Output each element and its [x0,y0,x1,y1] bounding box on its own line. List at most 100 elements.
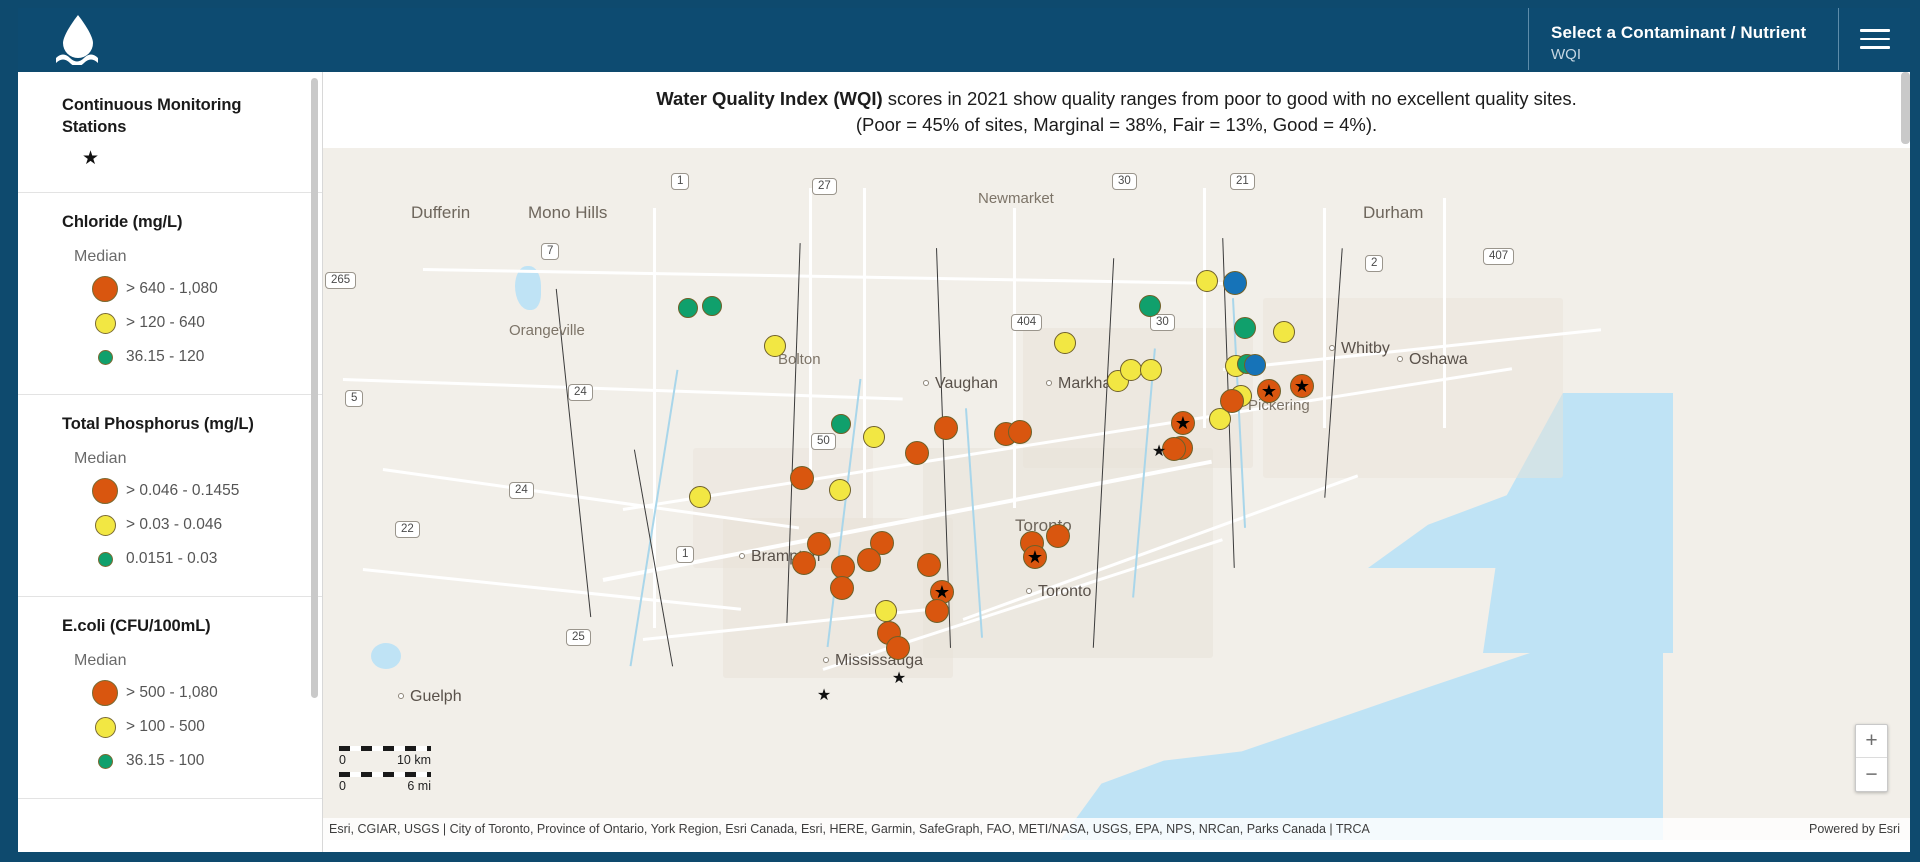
map-site-marker[interactable] [702,296,722,316]
map-site-marker[interactable]: ★ [1290,374,1314,398]
road-hwy35 [1443,198,1446,428]
map-site-marker[interactable]: ★ [1023,545,1047,569]
map-site-marker[interactable] [790,466,814,490]
map-site-marker[interactable] [1273,321,1295,343]
map-city-point-icon [923,380,929,386]
monitoring-station-marker[interactable]: ★ [817,688,831,704]
map-canvas[interactable]: 12730217240726540430245502422125 Dufferi… [323,148,1910,840]
legend-item-label: > 0.03 - 0.046 [126,516,222,534]
legend-scrollbar[interactable] [311,78,318,698]
monitoring-station-marker[interactable]: ★ [1152,444,1166,460]
map-site-marker[interactable] [1223,271,1247,295]
map-site-marker[interactable] [1046,524,1070,548]
app-body: Continuous Monitoring Stations★Chloride … [18,72,1910,852]
legend-item[interactable]: 36.15 - 120 [84,340,296,374]
map-place-label: Toronto [1038,583,1091,601]
legend-swatch-cell [84,478,126,504]
legend-section: Chloride (mg/L)Median> 640 - 1,080> 120 … [18,193,322,395]
legend-section-title: Total Phosphorus (mg/L) [62,413,296,435]
map-city-point-icon [1397,356,1403,362]
map-site-marker[interactable] [689,486,711,508]
map-site-marker[interactable] [1234,317,1256,339]
map-place-label: Guelph [410,688,462,706]
map-site-marker[interactable] [875,600,897,622]
map-site-marker[interactable] [1139,295,1161,317]
map-site-marker[interactable] [863,426,885,448]
legend-item[interactable]: > 500 - 1,080 [84,676,296,710]
legend-section-title: E.coli (CFU/100mL) [62,615,296,637]
legend-section-subtitle: Median [74,652,296,670]
map-city-point-icon [1026,588,1032,594]
legend-sections: Continuous Monitoring Stations★Chloride … [18,72,322,852]
map-site-marker[interactable] [1008,420,1032,444]
map-panel: Water Quality Index (WQI) scores in 2021… [323,72,1910,852]
map-place-label: Pickering [1248,397,1310,414]
highway-shield-icon: 24 [568,384,593,401]
header-spacer [138,8,1528,70]
legend-swatch-circle-icon [98,350,113,365]
legend-section: Total Phosphorus (mg/L)Median> 0.046 - 0… [18,395,322,597]
legend-item-label: > 0.046 - 0.1455 [126,482,239,500]
map-site-marker[interactable] [1054,332,1076,354]
map-site-marker[interactable] [829,479,851,501]
map-site-marker[interactable] [857,548,881,572]
zoom-out-button[interactable]: − [1856,758,1887,791]
legend-swatch-cell [84,350,126,365]
road-hwy12 [1323,208,1326,428]
map-site-marker[interactable] [678,298,698,318]
attribution-text: Esri, CGIAR, USGS | City of Toronto, Pro… [329,822,1370,836]
legend-item[interactable]: > 640 - 1,080 [84,272,296,306]
app-logo [18,8,138,70]
map-attribution: Esri, CGIAR, USGS | City of Toronto, Pro… [323,818,1910,840]
map-site-marker[interactable] [792,551,816,575]
map-site-marker[interactable] [934,416,958,440]
highway-shield-icon: 407 [1483,248,1514,265]
road-400-vertical [863,188,866,518]
app-header: Select a Contaminant / Nutrient WQI [18,8,1910,70]
contaminant-selector-value: WQI [1551,45,1838,65]
monitoring-station-star-icon: ★ [82,149,296,168]
hamburger-menu-button[interactable] [1838,8,1910,70]
map-scalebar: 0 10 km 0 6 mi [339,746,431,798]
map-site-marker[interactable] [1140,359,1162,381]
map-title: Water Quality Index (WQI) scores in 2021… [323,72,1910,148]
map-site-marker[interactable] [831,414,851,434]
scalebar-mi-bar [339,772,431,777]
map-site-marker[interactable] [830,576,854,600]
map-place-label: Orangeville [509,322,585,339]
map-panel-scrollbar[interactable] [1901,72,1910,144]
map-site-marker[interactable] [917,553,941,577]
highway-shield-icon: 1 [671,173,689,190]
urban-area-toronto [923,448,1213,658]
zoom-in-button[interactable]: + [1856,725,1887,758]
map-site-marker[interactable] [1220,389,1244,413]
map-site-marker[interactable] [1244,354,1266,376]
map-site-marker[interactable]: ★ [1257,379,1281,403]
legend-item[interactable]: 0.0151 - 0.03 [84,542,296,576]
road-hwy48 [1203,188,1206,428]
road-hwy7-west [343,378,903,401]
legend-item[interactable]: > 0.046 - 0.1455 [84,474,296,508]
legend-section-subtitle: Median [74,248,296,266]
contaminant-selector[interactable]: Select a Contaminant / Nutrient WQI [1528,8,1838,70]
map-place-label: Bolton [778,351,821,368]
legend-item[interactable]: > 120 - 640 [84,306,296,340]
map-site-marker[interactable] [764,335,786,357]
legend-swatch-circle-icon [92,276,118,302]
legend-item[interactable]: > 0.03 - 0.046 [84,508,296,542]
legend-section-title: Continuous Monitoring Stations [62,94,296,138]
map-site-marker[interactable] [925,599,949,623]
legend-item[interactable]: 36.15 - 100 [84,744,296,778]
monitoring-station-marker[interactable]: ★ [892,671,906,687]
map-title-line2: (Poor = 45% of sites, Marginal = 38%, Fa… [363,112,1870,138]
legend-item-label: 0.0151 - 0.03 [126,550,217,568]
legend-item[interactable]: > 100 - 500 [84,710,296,744]
map-site-marker[interactable] [1196,270,1218,292]
monitoring-station-star-icon: ★ [1175,414,1191,432]
map-site-marker[interactable] [886,636,910,660]
map-site-marker[interactable] [905,441,929,465]
map-place-label: Vaughan [935,375,998,393]
map-site-marker[interactable]: ★ [1171,411,1195,435]
legend-item-label: > 120 - 640 [126,314,205,332]
map-site-marker[interactable] [1120,359,1142,381]
